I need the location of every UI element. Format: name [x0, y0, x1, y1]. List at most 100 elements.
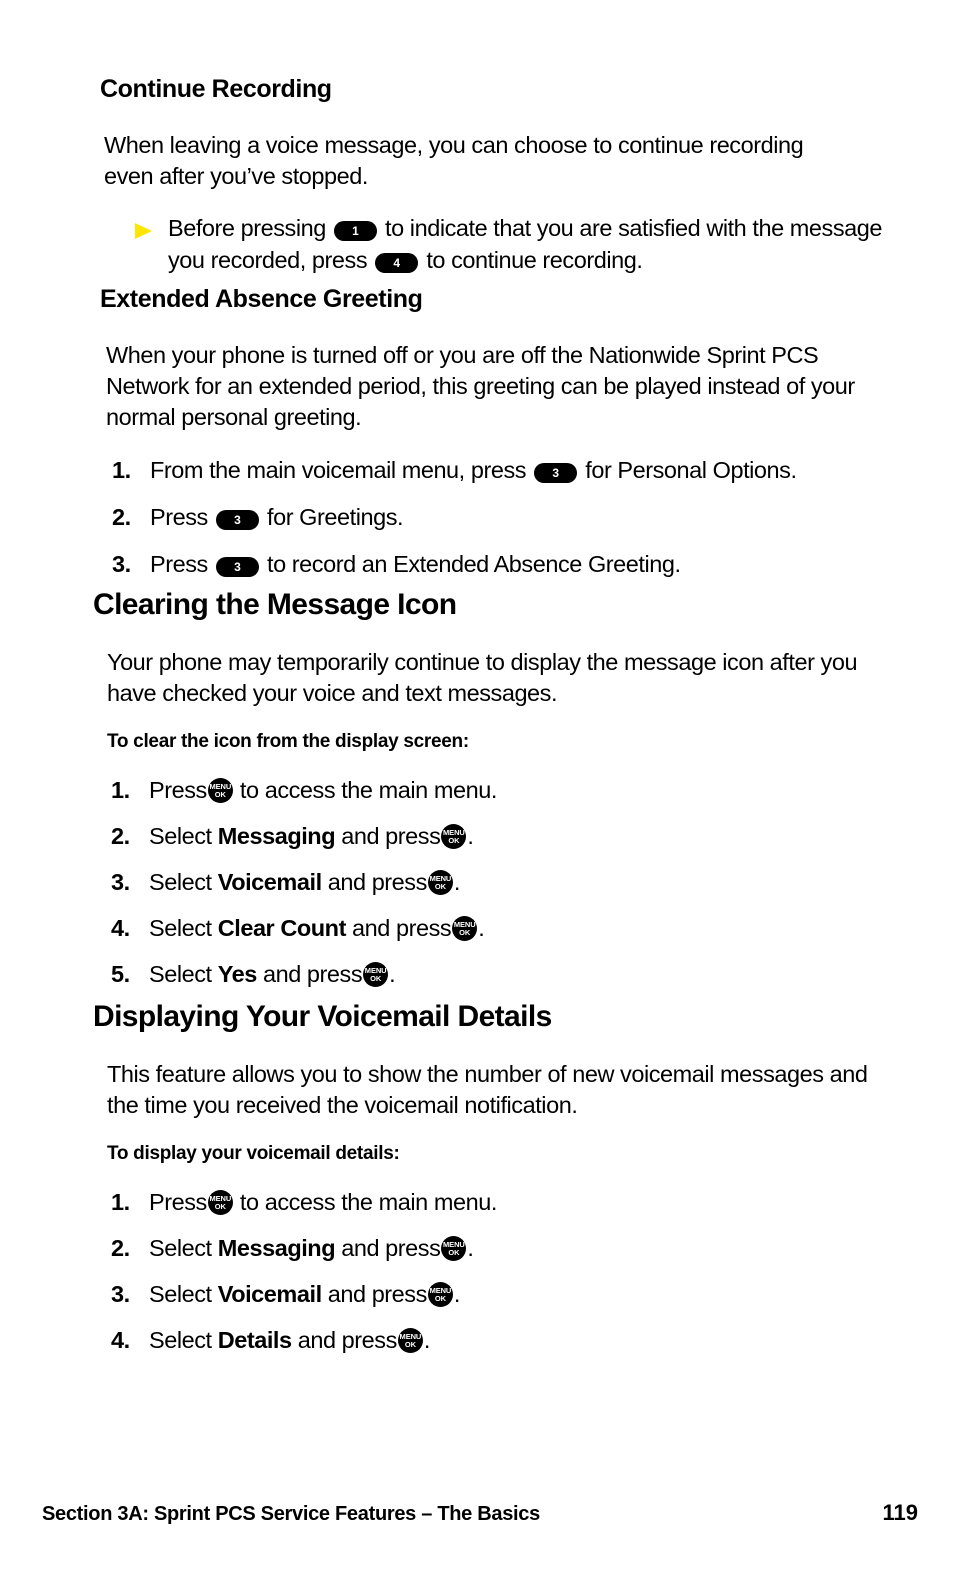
paragraph-extended-absence-greeting: When your phone is turned off or you are…: [106, 341, 855, 430]
step-text-post: to access the main menu.: [239, 1188, 497, 1215]
step-text: Press MENU OK to access the main menu.: [149, 774, 871, 806]
heading-extended-absence-greeting: Extended Absence Greeting: [100, 285, 423, 313]
step-number: 1.: [111, 1188, 130, 1215]
heading-continue-recording: Continue Recording: [100, 75, 332, 103]
section-displaying-voicemail-details: Displaying Your Voicemail Details This f…: [93, 1000, 893, 1356]
heading-displaying-voicemail-details: Displaying Your Voicemail Details: [93, 1000, 552, 1033]
step-text-post: .: [389, 960, 396, 987]
step-text: Select Yes and press MENU OK.: [149, 958, 871, 990]
step-emphasis: Details: [217, 1326, 292, 1353]
step-text-mid: and press: [341, 822, 441, 849]
list-item: 3. Press 3 to record an Extended Absence…: [112, 548, 882, 580]
step-text: Press 3 to record an Extended Absence Gr…: [150, 548, 882, 580]
step-text-post: .: [467, 822, 474, 849]
manual-page: Continue Recording When leaving a voice …: [0, 0, 954, 1590]
list-item: 4. Select Clear Count and press MENU OK.: [111, 912, 871, 944]
menu-ok-key-icon: MENU OK: [441, 823, 467, 849]
step-emphasis: Voicemail: [217, 1280, 322, 1307]
step-text-pre: Select: [149, 822, 212, 849]
step-text-post: to record an Extended Absence Greeting.: [267, 550, 681, 577]
ok-label: OK: [404, 1339, 416, 1349]
list-item: 1. Press MENU OK to access the main menu.: [111, 774, 871, 806]
paragraph-continue-recording: When leaving a voice message, you can ch…: [104, 131, 804, 189]
steps-clearing-message-icon: 1. Press MENU OK to access the main menu. …: [111, 774, 871, 990]
menu-ok-key-icon: MENU OK: [441, 1235, 467, 1261]
menu-ok-key-icon: MENU OK: [427, 1281, 453, 1307]
step-text-pre: Press: [150, 550, 208, 577]
page-footer: Section 3A: Sprint PCS Service Features …: [42, 1500, 918, 1526]
section-continue-recording: Continue Recording When leaving a voice …: [100, 75, 890, 276]
step-text-mid: and press: [262, 960, 363, 987]
step-text-mid: and press: [341, 1234, 441, 1261]
step-text: Select Messaging and press MENU OK.: [149, 1232, 871, 1264]
step-number: 3.: [112, 550, 131, 577]
menu-ok-key-icon: MENU OK: [207, 1189, 233, 1215]
key-1-icon: 1: [333, 220, 377, 241]
step-text-pre: Press: [149, 776, 207, 803]
list-item: 1. Press MENU OK to access the main menu.: [111, 1186, 871, 1218]
menu-ok-key-icon: MENU OK: [427, 869, 453, 895]
list-item: 4. Select Details and press MENU OK.: [111, 1324, 871, 1356]
step-text-mid: and press: [327, 868, 428, 895]
step-text-pre: Select: [149, 1280, 212, 1307]
ok-label: OK: [214, 1201, 226, 1211]
bullet-text-part-3: to continue recording.: [426, 246, 643, 273]
ok-label: OK: [434, 881, 446, 891]
runin-heading-display-details: To display your voicemail details:: [107, 1143, 400, 1164]
bullet-text-part-1: Before pressing: [168, 214, 326, 241]
triangle-right-icon: [134, 212, 156, 241]
menu-ok-key-icon: MENU OK: [397, 1327, 423, 1353]
step-text-post: .: [467, 1234, 474, 1261]
step-text-post: to access the main menu.: [239, 776, 497, 803]
step-number: 3.: [111, 1280, 130, 1307]
step-text: Select Clear Count and press MENU OK.: [149, 912, 871, 944]
step-text: Press MENU OK to access the main menu.: [149, 1186, 871, 1218]
runin-heading-clear-icon: To clear the icon from the display scree…: [107, 731, 469, 752]
step-text-post: for Greetings.: [267, 503, 404, 530]
step-emphasis: Yes: [217, 960, 258, 987]
step-number: 3.: [111, 868, 130, 895]
bullet-text: Before pressing 1 to indicate that you a…: [168, 212, 884, 276]
step-text: Select Voicemail and press MENU OK.: [149, 866, 871, 898]
key-3-icon: 3: [534, 462, 578, 483]
step-number: 2.: [111, 1234, 130, 1261]
step-number: 1.: [112, 456, 131, 483]
ok-label: OK: [459, 927, 471, 937]
heading-clearing-message-icon: Clearing the Message Icon: [93, 588, 457, 621]
list-item: 3. Select Voicemail and press MENU OK.: [111, 866, 871, 898]
step-text-pre: From the main voicemail menu, press: [150, 456, 527, 483]
step-text-pre: Press: [149, 1188, 207, 1215]
ok-label: OK: [448, 835, 460, 845]
ok-label: OK: [434, 1293, 446, 1303]
step-text-mid: and press: [297, 1326, 398, 1353]
step-text: Select Details and press MENU OK.: [149, 1324, 871, 1356]
step-text-post: .: [453, 1280, 461, 1307]
list-item: 2. Select Messaging and press MENU OK.: [111, 820, 871, 852]
step-number: 4.: [111, 914, 130, 941]
step-text-mid: and press: [352, 914, 452, 941]
key-3-icon: 3: [215, 509, 259, 530]
step-number: 5.: [111, 960, 130, 987]
step-text: Select Voicemail and press MENU OK.: [149, 1278, 871, 1310]
bullet-continue-recording: Before pressing 1 to indicate that you a…: [134, 212, 884, 276]
menu-ok-key-icon: MENU OK: [207, 777, 233, 803]
step-number: 2.: [112, 503, 131, 530]
footer-page-number: 119: [882, 1500, 919, 1525]
ok-label: OK: [214, 789, 226, 799]
section-extended-absence-greeting: Extended Absence Greeting When your phon…: [100, 285, 890, 580]
step-text-pre: Press: [150, 503, 208, 530]
step-text-post: for Personal Options.: [585, 456, 797, 483]
step-text-mid: and press: [327, 1280, 428, 1307]
footer-section-label: Section 3A: Sprint PCS Service Features …: [42, 1503, 540, 1525]
step-text-pre: Select: [149, 868, 212, 895]
steps-extended-absence-greeting: 1. From the main voicemail menu, press 3…: [112, 454, 882, 580]
section-clearing-message-icon: Clearing the Message Icon Your phone may…: [93, 588, 893, 990]
step-text: Press 3 for Greetings.: [150, 501, 882, 533]
step-emphasis: Messaging: [217, 822, 336, 849]
key-3-icon: 3: [215, 556, 259, 577]
step-emphasis: Voicemail: [217, 868, 322, 895]
step-emphasis: Messaging: [217, 1234, 336, 1261]
step-text: Select Messaging and press MENU OK.: [149, 820, 871, 852]
step-text-pre: Select: [149, 914, 212, 941]
list-item: 1. From the main voicemail menu, press 3…: [112, 454, 882, 486]
